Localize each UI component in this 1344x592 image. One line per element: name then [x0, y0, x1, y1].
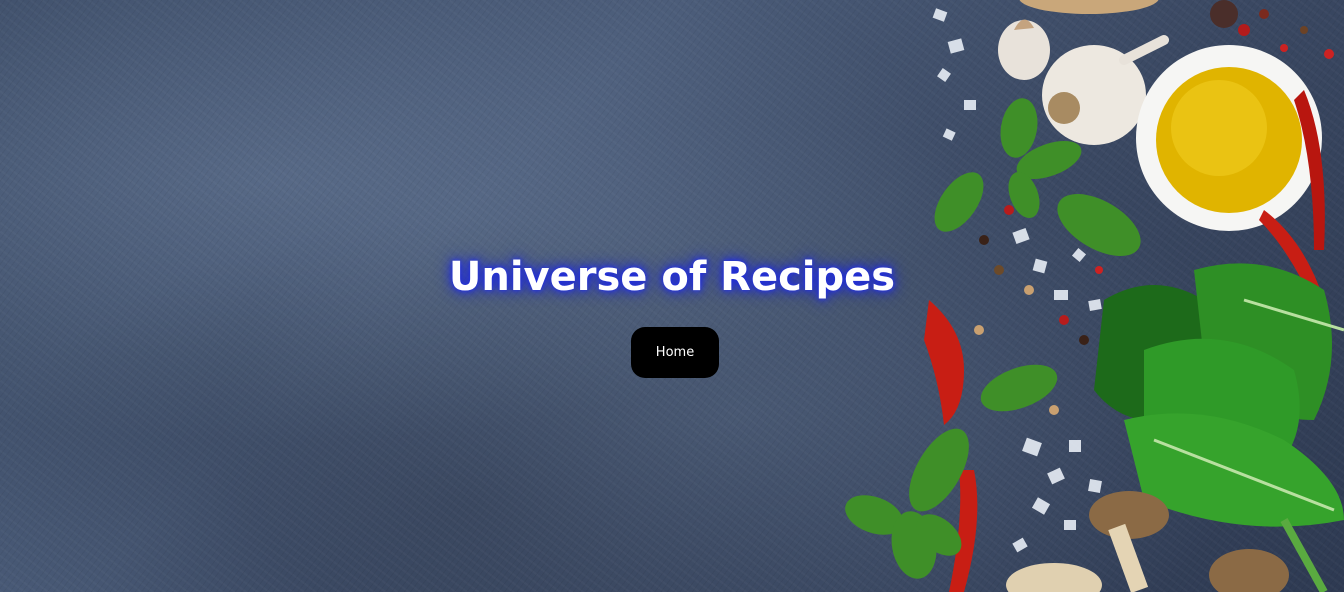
olive-oil-bowl-icon: [1136, 45, 1322, 231]
wooden-board-icon: [1019, 0, 1159, 14]
home-button[interactable]: Home: [631, 327, 719, 378]
page-title: Universe of Recipes: [448, 254, 896, 300]
chili-pepper-icon: [924, 300, 964, 425]
